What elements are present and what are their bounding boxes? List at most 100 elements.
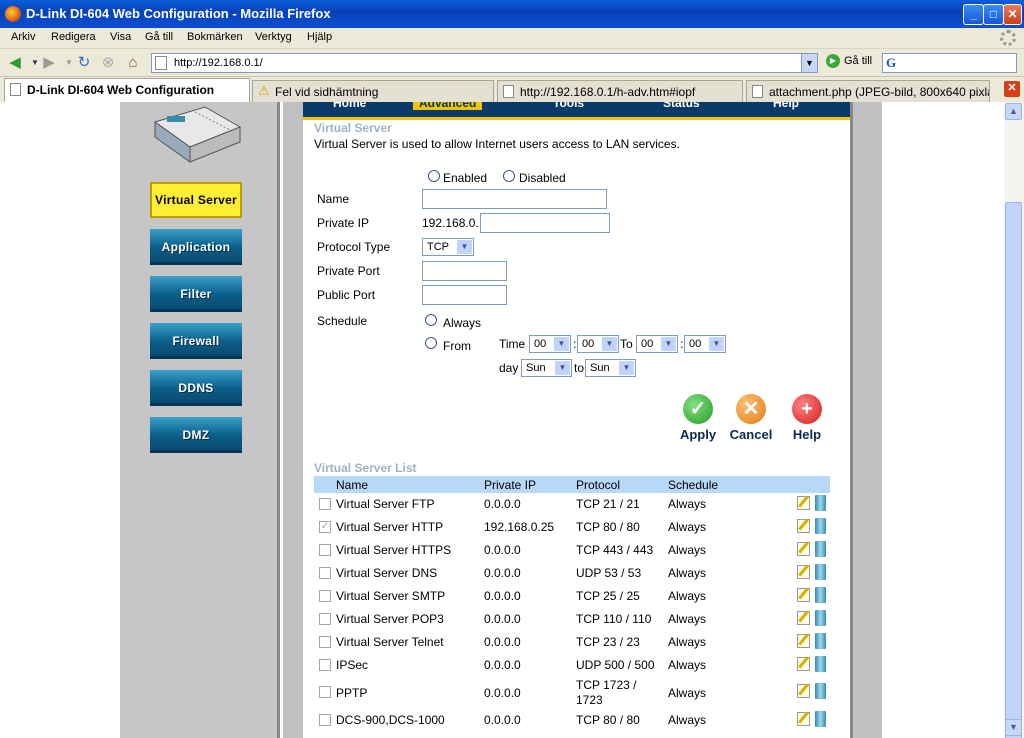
schedule-label: Schedule [317, 314, 368, 328]
edit-icon[interactable] [797, 634, 810, 648]
time-from-minute-select[interactable]: 00 ▼ [577, 335, 619, 353]
select-value: 00 [641, 338, 654, 350]
tab-label: Fel vid sidhämtning [275, 85, 379, 99]
row-checkbox[interactable] [319, 498, 331, 510]
row-checkbox[interactable] [319, 686, 331, 698]
google-search-icon[interactable]: G [886, 55, 896, 71]
cancel-button[interactable]: ✕ Cancel [728, 394, 774, 442]
menu-ga-till[interactable]: Gå till [145, 31, 173, 43]
day-from-select[interactable]: Sun ▼ [521, 359, 572, 377]
name-input[interactable] [422, 189, 607, 209]
protocol-select[interactable]: TCP ▼ [422, 238, 474, 256]
scroll-down-icon[interactable]: ▼ [1005, 719, 1022, 736]
edit-icon[interactable] [797, 611, 810, 625]
url-bar[interactable]: http://192.168.0.1/ ▼ [151, 53, 818, 73]
tab-advanced[interactable]: Advanced [413, 102, 483, 110]
enabled-radio[interactable] [428, 170, 440, 182]
row-ip: 0.0.0.0 [484, 713, 521, 727]
scrollbar-thumb[interactable] [1005, 202, 1022, 738]
edit-icon[interactable] [797, 588, 810, 602]
row-checkbox[interactable] [319, 590, 331, 602]
row-checkbox[interactable] [319, 636, 331, 648]
row-checkbox[interactable] [319, 544, 331, 556]
from-radio[interactable] [425, 337, 437, 349]
sidebar-item-ddns[interactable]: DDNS [150, 370, 242, 406]
row-checkbox[interactable] [319, 613, 331, 625]
tab-home[interactable]: Home [333, 102, 366, 110]
close-tab-icon[interactable]: ✕ [1004, 81, 1020, 97]
reload-icon[interactable]: ↻ [75, 54, 93, 72]
forward-arrow-icon[interactable]: ▶ [40, 54, 58, 72]
sidebar-item-dmz[interactable]: DMZ [150, 417, 242, 453]
stop-icon[interactable]: ⊗ [99, 54, 117, 72]
menu-bokmarken[interactable]: Bokmärken [187, 31, 243, 43]
edit-icon[interactable] [797, 657, 810, 671]
row-schedule: Always [668, 589, 707, 603]
go-button[interactable]: ▶ Gå till [826, 54, 872, 68]
back-arrow-icon[interactable]: ◀ [6, 54, 24, 72]
trash-icon[interactable] [815, 518, 826, 534]
url-text[interactable]: http://192.168.0.1/ [174, 57, 263, 69]
trash-icon[interactable] [815, 541, 826, 557]
edit-icon[interactable] [797, 684, 810, 698]
apply-button[interactable]: ✓ Apply [675, 394, 721, 442]
row-checkbox[interactable] [319, 714, 331, 726]
menu-verktyg[interactable]: Verktyg [255, 31, 292, 43]
home-icon[interactable]: ⌂ [124, 54, 142, 72]
table-row: IPSec 0.0.0.0 UDP 500 / 500 Always [314, 654, 830, 677]
trash-icon[interactable] [815, 656, 826, 672]
tab-dlink[interactable]: D-Link DI-604 Web Configuration [4, 78, 250, 102]
sidebar-item-firewall[interactable]: Firewall [150, 323, 242, 359]
sidebar-item-filter[interactable]: Filter [150, 276, 242, 312]
trash-icon[interactable] [815, 587, 826, 603]
menu-redigera[interactable]: Redigera [51, 31, 96, 43]
menu-visa[interactable]: Visa [110, 31, 131, 43]
table-row: PPTP 0.0.0.0 TCP 1723 / 1723 Always [314, 677, 830, 709]
search-box[interactable]: G [882, 53, 1017, 73]
chevron-down-icon: ▼ [602, 337, 617, 351]
trash-icon[interactable] [815, 564, 826, 580]
vertical-scrollbar[interactable]: ▲ ▼ [1004, 102, 1024, 738]
row-checkbox[interactable] [319, 659, 331, 671]
row-checkbox[interactable] [319, 567, 331, 579]
minimize-button[interactable]: _ [963, 4, 984, 25]
tab-fel[interactable]: ⚠ Fel vid sidhämtning [252, 80, 494, 102]
private-ip-input[interactable] [480, 213, 610, 233]
table-row: Virtual Server Telnet 0.0.0.0 TCP 23 / 2… [314, 631, 830, 654]
close-button[interactable]: ✕ [1003, 4, 1022, 25]
menu-hjalp[interactable]: Hjälp [307, 31, 332, 43]
tab-attachment[interactable]: attachment.php (JPEG-bild, 800x640 pixla… [746, 80, 990, 102]
sidebar-item-virtual-server[interactable]: Virtual Server [150, 182, 242, 218]
time-to-hour-select[interactable]: 00 ▼ [636, 335, 678, 353]
public-port-input[interactable] [422, 285, 507, 305]
trash-icon[interactable] [815, 495, 826, 511]
always-radio[interactable] [425, 314, 437, 326]
private-ip-prefix: 192.168.0. [422, 216, 479, 230]
trash-icon[interactable] [815, 633, 826, 649]
disabled-radio[interactable] [503, 170, 515, 182]
maximize-button[interactable]: □ [983, 4, 1004, 25]
edit-icon[interactable] [797, 542, 810, 556]
tab-tools[interactable]: Tools [553, 102, 584, 110]
time-to-minute-select[interactable]: 00 ▼ [684, 335, 726, 353]
tab-help[interactable]: Help [773, 102, 799, 110]
row-checkbox[interactable]: ✓ [319, 521, 331, 533]
edit-icon[interactable] [797, 519, 810, 533]
edit-icon[interactable] [797, 496, 810, 510]
edit-icon[interactable] [797, 565, 810, 579]
day-to-select[interactable]: Sun ▼ [585, 359, 636, 377]
edit-icon[interactable] [797, 712, 810, 726]
private-port-input[interactable] [422, 261, 507, 281]
menu-arkiv[interactable]: Arkiv [11, 31, 35, 43]
sidebar-item-application[interactable]: Application [150, 229, 242, 265]
tab-status[interactable]: Status [663, 102, 700, 110]
url-dropdown-icon[interactable]: ▼ [801, 54, 817, 72]
trash-icon[interactable] [815, 683, 826, 699]
trash-icon[interactable] [815, 610, 826, 626]
table-row: Virtual Server POP3 0.0.0.0 TCP 110 / 11… [314, 608, 830, 631]
time-from-hour-select[interactable]: 00 ▼ [529, 335, 571, 353]
help-button[interactable]: + Help [784, 394, 830, 442]
trash-icon[interactable] [815, 711, 826, 727]
scroll-up-icon[interactable]: ▲ [1005, 103, 1022, 120]
tab-h-adv[interactable]: http://192.168.0.1/h-adv.htm#iopf [497, 80, 743, 102]
